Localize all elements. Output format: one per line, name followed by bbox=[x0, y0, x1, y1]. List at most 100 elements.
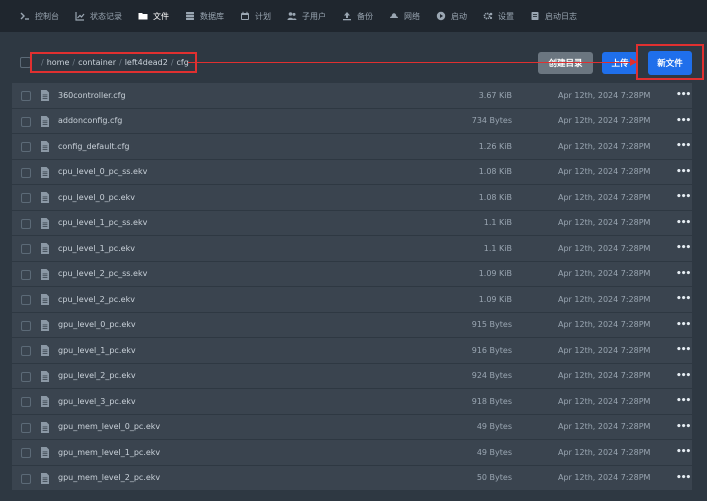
file-row-checkbox[interactable] bbox=[21, 269, 31, 280]
nav-item-6[interactable]: 备份 bbox=[342, 0, 373, 32]
file-row[interactable]: config_default.cfg 1.26 KiB Apr 12th, 2024… bbox=[12, 134, 692, 160]
file-name[interactable]: gpu_mem_level_2_pc.ekv bbox=[58, 473, 160, 482]
file-name[interactable]: cpu_level_2_pc_ss.ekv bbox=[58, 269, 147, 278]
file-modified-date: Apr 12th, 2024 7:28PM bbox=[558, 320, 651, 330]
file-name[interactable]: gpu_level_0_pc.ekv bbox=[58, 320, 136, 329]
calendar-icon bbox=[240, 11, 255, 21]
file-name[interactable]: config_default.cfg bbox=[58, 142, 129, 151]
nav-item-10[interactable]: 启动日志 bbox=[530, 0, 577, 32]
file-row-checkbox[interactable] bbox=[21, 142, 31, 152]
breadcrumb-segment[interactable]: container bbox=[78, 58, 116, 67]
nav-item-4[interactable]: 计划 bbox=[240, 0, 271, 32]
nav-item-5[interactable]: 子用户 bbox=[287, 0, 326, 32]
more-options-icon[interactable]: ••• bbox=[676, 294, 691, 304]
file-name[interactable]: cpu_level_0_pc_ss.ekv bbox=[58, 167, 147, 176]
nav-item-9[interactable]: 设置 bbox=[483, 0, 514, 32]
nav-item-8[interactable]: 启动 bbox=[436, 0, 467, 32]
file-name[interactable]: 360controller.cfg bbox=[58, 91, 126, 100]
breadcrumb-separator: / bbox=[72, 58, 76, 67]
file-name[interactable]: gpu_level_2_pc.ekv bbox=[58, 371, 136, 380]
file-row-checkbox[interactable] bbox=[21, 397, 31, 407]
file-modified-date: Apr 12th, 2024 7:28PM bbox=[558, 167, 651, 177]
file-row-checkbox[interactable] bbox=[21, 346, 31, 356]
file-row[interactable]: addonconfig.cfg 734 Bytes Apr 12th, 2024 7… bbox=[12, 108, 692, 134]
file-row-checkbox[interactable] bbox=[21, 91, 31, 101]
nav-item-7[interactable]: 网络 bbox=[389, 0, 420, 32]
nav-item-0[interactable]: 控制台 bbox=[20, 0, 59, 32]
file-row[interactable]: gpu_level_1_pc.ekv 916 Bytes Apr 12th, 202… bbox=[12, 338, 692, 364]
file-name[interactable]: cpu_level_0_pc.ekv bbox=[58, 193, 135, 202]
new-file-button[interactable]: 新文件 bbox=[648, 51, 692, 75]
file-row[interactable]: gpu_level_0_pc.ekv 915 Bytes Apr 12th, 202… bbox=[12, 312, 692, 338]
file-row-checkbox[interactable] bbox=[21, 244, 31, 254]
file-icon bbox=[41, 115, 49, 127]
more-options-icon[interactable]: ••• bbox=[676, 116, 691, 126]
breadcrumb-segment[interactable]: home bbox=[47, 58, 70, 67]
file-name[interactable]: cpu_level_1_pc.ekv bbox=[58, 244, 135, 253]
more-options-icon[interactable]: ••• bbox=[676, 192, 691, 202]
file-name[interactable]: addonconfig.cfg bbox=[58, 116, 122, 125]
file-size: 918 Bytes bbox=[471, 396, 512, 406]
more-options-icon[interactable]: ••• bbox=[676, 371, 691, 381]
file-row-checkbox[interactable] bbox=[21, 320, 31, 331]
breadcrumb-segment[interactable]: left4dead2 bbox=[125, 58, 168, 67]
file-icon bbox=[41, 268, 49, 280]
file-row[interactable]: cpu_level_0_pc_ss.ekv 1.08 KiB Apr 12th, 2… bbox=[12, 159, 692, 185]
file-row[interactable]: 360controller.cfg 3.67 KiB Apr 12th, 2024 … bbox=[12, 83, 692, 109]
upload-button[interactable]: 上传 bbox=[602, 52, 638, 74]
nav-item-2[interactable]: 文件 bbox=[138, 0, 169, 32]
breadcrumb-root[interactable]: / bbox=[41, 58, 44, 67]
file-row-checkbox[interactable] bbox=[21, 295, 31, 305]
file-row-checkbox[interactable] bbox=[21, 448, 31, 458]
more-options-icon[interactable]: ••• bbox=[676, 141, 691, 151]
more-options-icon[interactable]: ••• bbox=[676, 447, 691, 457]
file-row[interactable]: gpu_level_2_pc.ekv 924 Bytes Apr 12th, 202… bbox=[12, 363, 692, 389]
more-options-icon[interactable]: ••• bbox=[676, 422, 691, 432]
more-options-icon[interactable]: ••• bbox=[676, 320, 691, 330]
more-options-icon[interactable]: ••• bbox=[676, 90, 691, 100]
file-name[interactable]: gpu_level_3_pc.ekv bbox=[58, 397, 136, 406]
file-row[interactable]: gpu_mem_level_0_pc.ekv 49 Bytes Apr 12th, … bbox=[12, 414, 692, 440]
more-options-icon[interactable]: ••• bbox=[676, 473, 691, 483]
file-modified-date: Apr 12th, 2024 7:28PM bbox=[558, 243, 651, 253]
more-options-icon[interactable]: ••• bbox=[676, 218, 691, 228]
create-directory-button[interactable]: 创建目录 bbox=[538, 52, 593, 74]
file-row[interactable]: cpu_level_2_pc_ss.ekv 1.09 KiB Apr 12th, 2… bbox=[12, 261, 692, 287]
file-icon bbox=[41, 217, 49, 229]
file-row[interactable]: cpu_level_2_pc.ekv 1.09 KiB Apr 12th, 2024… bbox=[12, 287, 692, 313]
file-name[interactable]: cpu_level_1_pc_ss.ekv bbox=[58, 218, 147, 227]
file-row-checkbox[interactable] bbox=[21, 218, 31, 229]
file-size: 49 Bytes bbox=[476, 447, 512, 457]
file-modified-date: Apr 12th, 2024 7:28PM bbox=[558, 218, 651, 228]
more-options-icon[interactable]: ••• bbox=[676, 269, 691, 279]
nav-item-label: 备份 bbox=[357, 11, 373, 21]
file-row-checkbox[interactable] bbox=[21, 116, 31, 127]
file-row[interactable]: cpu_level_1_pc_ss.ekv 1.1 KiB Apr 12th, 20… bbox=[12, 210, 692, 236]
breadcrumb-segment[interactable]: cfg bbox=[177, 58, 189, 67]
file-name[interactable]: cpu_level_2_pc.ekv bbox=[58, 295, 135, 304]
file-row[interactable]: gpu_mem_level_2_pc.ekv 50 Bytes Apr 12th, … bbox=[12, 465, 692, 491]
file-row-checkbox[interactable] bbox=[21, 422, 31, 433]
more-options-icon[interactable]: ••• bbox=[676, 345, 691, 355]
file-row-checkbox[interactable] bbox=[21, 473, 31, 484]
nav-item-3[interactable]: 数据库 bbox=[185, 0, 224, 32]
file-name[interactable]: gpu_mem_level_0_pc.ekv bbox=[58, 422, 160, 431]
file-row[interactable]: cpu_level_0_pc.ekv 1.08 KiB Apr 12th, 2024… bbox=[12, 185, 692, 211]
file-icon bbox=[41, 447, 49, 458]
more-options-icon[interactable]: ••• bbox=[676, 167, 691, 177]
file-icon bbox=[41, 294, 49, 305]
file-name[interactable]: gpu_mem_level_1_pc.ekv bbox=[58, 448, 160, 457]
file-row[interactable]: gpu_mem_level_1_pc.ekv 49 Bytes Apr 12th, … bbox=[12, 440, 692, 466]
file-row-checkbox[interactable] bbox=[21, 193, 31, 203]
more-options-icon[interactable]: ••• bbox=[676, 243, 691, 253]
file-row-checkbox[interactable] bbox=[21, 371, 31, 382]
file-modified-date: Apr 12th, 2024 7:28PM bbox=[558, 447, 651, 457]
file-row-checkbox[interactable] bbox=[21, 167, 31, 178]
nav-item-1[interactable]: 状态记录 bbox=[75, 0, 122, 32]
file-row[interactable]: gpu_level_3_pc.ekv 918 Bytes Apr 12th, 202… bbox=[12, 389, 692, 415]
more-options-icon[interactable]: ••• bbox=[676, 396, 691, 406]
file-row[interactable]: cpu_level_1_pc.ekv 1.1 KiB Apr 12th, 2024 … bbox=[12, 236, 692, 262]
file-name[interactable]: gpu_level_1_pc.ekv bbox=[58, 346, 136, 355]
file-size: 49 Bytes bbox=[476, 422, 512, 432]
file-size: 50 Bytes bbox=[476, 473, 512, 483]
